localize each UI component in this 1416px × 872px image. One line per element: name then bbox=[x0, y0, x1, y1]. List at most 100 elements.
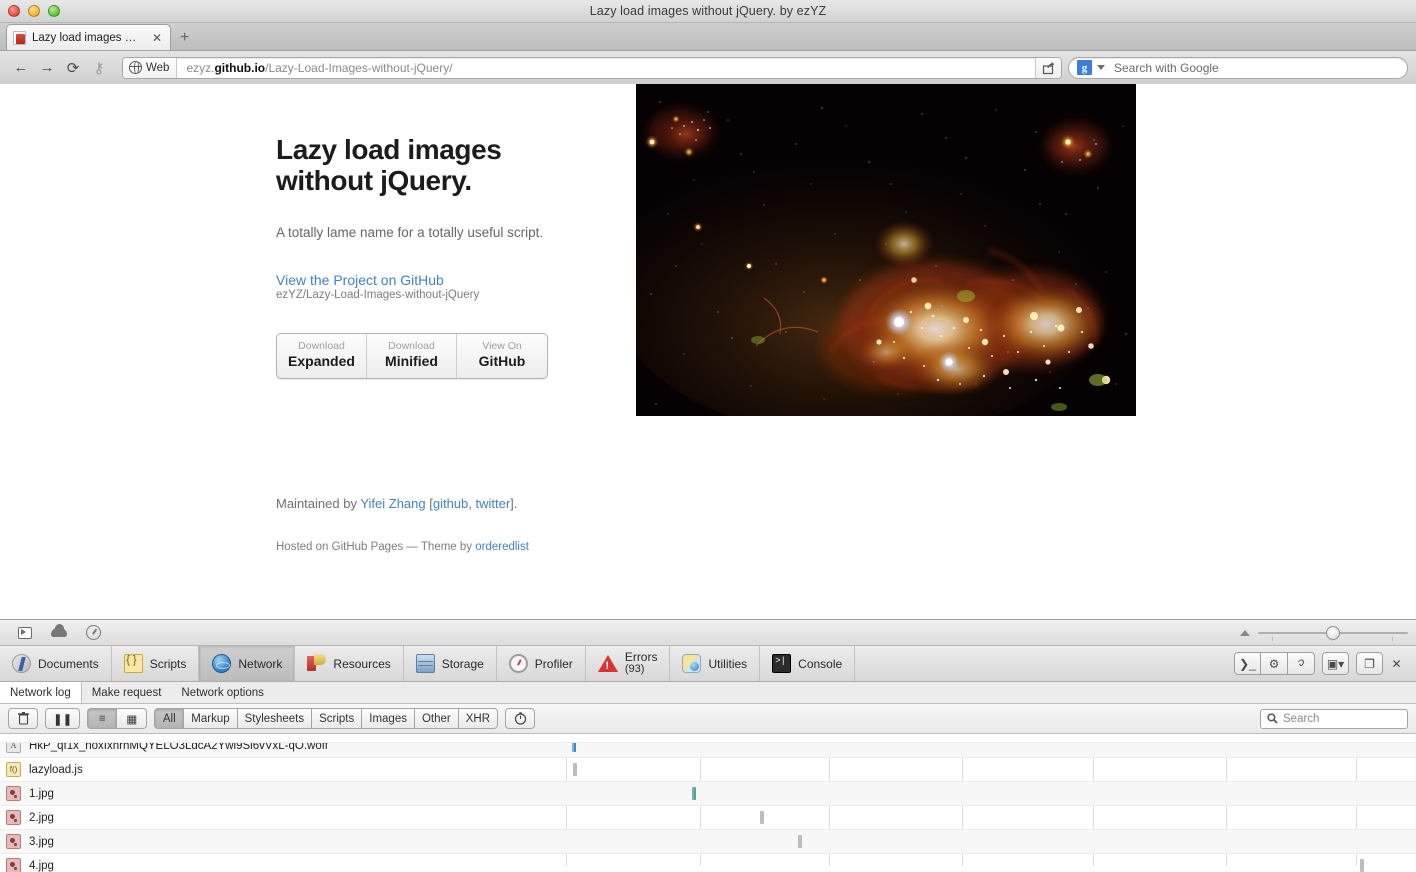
zoom-window-button[interactable] bbox=[48, 5, 60, 17]
key-icon[interactable]: ⚷ bbox=[86, 56, 112, 80]
slider-thumb[interactable] bbox=[1326, 625, 1340, 640]
detach-window-button[interactable]: ❐ bbox=[1356, 652, 1383, 675]
google-badge-icon: g bbox=[1077, 60, 1092, 75]
scripts-icon bbox=[123, 654, 143, 673]
url-path: /Lazy-Load-Images-without-jQuery/ bbox=[265, 60, 453, 75]
page-intro: Lazy load images without jQuery. A total… bbox=[276, 134, 616, 380]
waterfall-bar[interactable] bbox=[760, 811, 764, 824]
tab-resources[interactable]: Resources bbox=[295, 646, 404, 681]
cloud-icon[interactable] bbox=[42, 624, 76, 637]
search-field[interactable]: g Search with Google bbox=[1068, 56, 1408, 79]
theme-link[interactable]: orderedlist bbox=[475, 541, 529, 553]
tab-errors-labels: Errors (93) bbox=[625, 651, 658, 675]
tab-scripts[interactable]: Scripts bbox=[112, 646, 200, 681]
filter-all[interactable]: All bbox=[154, 708, 185, 729]
zoom-slider[interactable] bbox=[1258, 625, 1408, 641]
tab-documents-label: Documents bbox=[38, 656, 99, 671]
broadcast-button[interactable]: ꪫ bbox=[1288, 652, 1315, 675]
twitter-link[interactable]: twitter bbox=[476, 496, 511, 511]
galaxy-hero-image bbox=[636, 84, 1136, 416]
minimize-window-button[interactable] bbox=[28, 5, 40, 17]
subtab-network-log[interactable]: Network log bbox=[0, 682, 82, 703]
resource-name: 3.jpg bbox=[29, 835, 54, 848]
filter-other[interactable]: Other bbox=[414, 708, 459, 729]
subtab-make-request[interactable]: Make request bbox=[82, 682, 172, 703]
profiler-icon bbox=[508, 654, 528, 673]
resource-name-cell: f() lazyload.js bbox=[0, 762, 566, 777]
tab-console[interactable]: Console bbox=[760, 646, 856, 681]
waterfall-bar[interactable] bbox=[573, 763, 577, 776]
tab-storage[interactable]: Storage bbox=[404, 646, 497, 681]
table-row[interactable]: 4.jpg bbox=[0, 854, 1416, 872]
utilities-icon bbox=[682, 654, 702, 673]
waterfall-bar[interactable] bbox=[798, 835, 802, 848]
search-scope-selector[interactable]: Web bbox=[123, 57, 178, 78]
filter-images[interactable]: Images bbox=[362, 708, 415, 729]
storage-icon bbox=[415, 654, 435, 673]
table-row[interactable]: 2.jpg bbox=[0, 806, 1416, 830]
new-tab-button[interactable]: + bbox=[180, 30, 189, 46]
tab-utilities[interactable]: Utilities bbox=[670, 646, 761, 681]
console-prompt-button[interactable]: ❯_ bbox=[1234, 652, 1261, 675]
download-expanded-sublabel: Download bbox=[298, 339, 345, 352]
collapse-triangle-icon[interactable] bbox=[1240, 629, 1250, 636]
forward-button[interactable]: → bbox=[34, 56, 60, 80]
view-project-link[interactable]: View the Project on GitHub bbox=[276, 272, 616, 288]
waterfall-bar[interactable] bbox=[692, 787, 696, 800]
chevron-down-icon[interactable] bbox=[1097, 65, 1105, 70]
reload-button[interactable]: ⟳ bbox=[60, 56, 86, 80]
view-list-button[interactable]: ≡ bbox=[87, 708, 118, 729]
view-mode-group: ≡ ▦ bbox=[87, 708, 148, 729]
filter-stylesheets[interactable]: Stylesheets bbox=[237, 708, 313, 729]
image-file-icon bbox=[6, 810, 21, 825]
pause-recording-button[interactable]: ❚❚ bbox=[45, 708, 81, 729]
download-expanded-button[interactable]: Download Expanded bbox=[277, 333, 367, 379]
filter-xhr[interactable]: XHR bbox=[458, 708, 499, 729]
subtab-network-options[interactable]: Network options bbox=[171, 682, 273, 703]
close-window-button[interactable] bbox=[8, 5, 20, 17]
clear-log-button[interactable] bbox=[8, 708, 38, 729]
tab-profiler[interactable]: Profiler bbox=[497, 646, 586, 681]
table-row[interactable]: 1.jpg bbox=[0, 782, 1416, 806]
console-icon bbox=[772, 654, 792, 673]
dock-mode-button[interactable]: ▣▾ bbox=[1322, 652, 1349, 675]
view-on-github-label: GitHub bbox=[478, 352, 526, 369]
timing-toggle-button[interactable] bbox=[505, 708, 536, 729]
devtools-actions: ❯_ ⚙ ꪫ ▣▾ ❐ ✕ bbox=[1227, 646, 1416, 681]
browser-tab[interactable]: Lazy load images wit... ✕ bbox=[6, 24, 171, 50]
view-grid-button[interactable]: ▦ bbox=[117, 708, 148, 729]
table-row[interactable]: f() lazyload.js bbox=[0, 758, 1416, 782]
tab-network[interactable]: Network bbox=[199, 646, 296, 681]
share-button[interactable] bbox=[1035, 57, 1061, 78]
settings-gear-button[interactable]: ⚙ bbox=[1261, 652, 1288, 675]
network-search-placeholder: Search bbox=[1283, 712, 1320, 725]
resource-name-cell: 2.jpg bbox=[0, 810, 566, 825]
waterfall-bar[interactable] bbox=[1360, 859, 1364, 872]
tab-network-label: Network bbox=[238, 656, 283, 671]
tab-documents[interactable]: Documents bbox=[0, 646, 112, 681]
close-tab-icon[interactable]: ✕ bbox=[150, 32, 164, 44]
table-row[interactable]: 3.jpg bbox=[0, 830, 1416, 854]
view-on-github-button[interactable]: View On GitHub bbox=[457, 334, 547, 379]
filter-markup[interactable]: Markup bbox=[184, 708, 238, 729]
browser-tabstrip: Lazy load images wit... ✕ + bbox=[0, 23, 1416, 51]
address-bar[interactable]: Web ezyz.github.io/Lazy-Load-Images-with… bbox=[122, 56, 1062, 79]
upper-right-knot bbox=[1048, 127, 1098, 165]
filter-scripts[interactable]: Scripts bbox=[312, 708, 363, 729]
gauge-icon[interactable] bbox=[76, 625, 110, 640]
resource-name: 4.jpg bbox=[29, 859, 54, 872]
panel-toggle-icon[interactable] bbox=[8, 626, 42, 639]
network-log-table[interactable]: A HkP_qf1x_noxIxhrhMQYELO3LdcA2Ywi9Sl6vV… bbox=[0, 734, 1416, 872]
back-button[interactable]: ← bbox=[8, 56, 34, 80]
search-placeholder: Search with Google bbox=[1114, 60, 1219, 75]
download-minified-button[interactable]: Download Minified bbox=[367, 333, 457, 379]
tab-resources-label: Resources bbox=[333, 656, 391, 671]
network-search-input[interactable]: Search bbox=[1260, 708, 1408, 729]
download-minified-sublabel: Download bbox=[388, 339, 435, 352]
maintainer-link[interactable]: Yifei Zhang bbox=[360, 496, 425, 511]
hosted-line: Hosted on GitHub Pages — Theme by ordere… bbox=[276, 541, 529, 553]
window-title: Lazy load images without jQuery. by ezYZ bbox=[589, 4, 827, 18]
close-devtools-button[interactable]: ✕ bbox=[1383, 652, 1410, 675]
github-link[interactable]: github bbox=[433, 496, 468, 511]
tab-errors[interactable]: Errors (93) bbox=[586, 646, 671, 681]
